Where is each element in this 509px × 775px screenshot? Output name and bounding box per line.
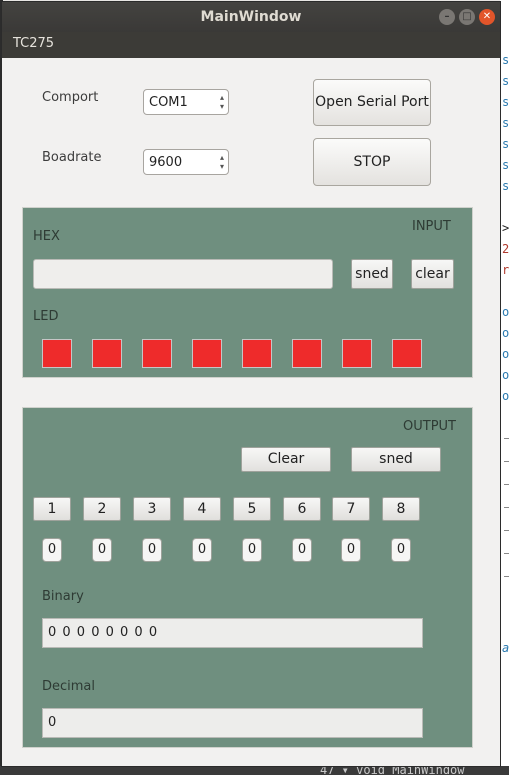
close-icon: ✕ bbox=[482, 11, 492, 22]
comport-label: Comport bbox=[42, 90, 99, 105]
hex-label: HEX bbox=[33, 229, 60, 244]
maximize-button[interactable]: □ bbox=[459, 9, 475, 25]
background-code-char: o bbox=[502, 347, 509, 361]
spin-arrows-icon[interactable]: ▴ ▾ bbox=[220, 153, 224, 171]
led-2 bbox=[92, 339, 122, 368]
output-send-button[interactable]: sned bbox=[351, 447, 441, 472]
close-button[interactable]: ✕ bbox=[479, 9, 495, 25]
minimize-icon: – bbox=[444, 11, 450, 22]
background-rule bbox=[504, 438, 509, 439]
menu-item-tc275[interactable]: TC275 bbox=[13, 36, 54, 51]
background-code-char: > bbox=[502, 221, 509, 235]
title-bar[interactable]: MainWindow – □ ✕ bbox=[2, 2, 500, 32]
bit-value-3: 0 bbox=[142, 538, 162, 562]
comport-value: COM1 bbox=[149, 95, 188, 110]
bit-button-7[interactable]: 7 bbox=[332, 497, 370, 521]
background-rule bbox=[504, 461, 509, 462]
baudrate-select[interactable]: 9600 ▴ ▾ bbox=[143, 149, 229, 175]
led-8 bbox=[392, 339, 422, 368]
background-code-char: a bbox=[502, 641, 509, 655]
output-clear-button[interactable]: Clear bbox=[241, 447, 331, 472]
background-code-char: s bbox=[502, 116, 509, 130]
led-5 bbox=[242, 339, 272, 368]
background-code-line: 47 ▾ void MainWindow bbox=[320, 766, 465, 775]
bit-button-8[interactable]: 8 bbox=[382, 497, 420, 521]
background-rule bbox=[504, 484, 509, 485]
led-3 bbox=[142, 339, 172, 368]
bit-button-2[interactable]: 2 bbox=[83, 497, 121, 521]
background-code-char: 2 bbox=[502, 242, 509, 256]
maximize-icon: □ bbox=[462, 11, 472, 22]
background-rule bbox=[504, 530, 509, 531]
input-clear-button[interactable]: clear bbox=[411, 259, 454, 289]
background-rule bbox=[504, 553, 509, 554]
led-7 bbox=[342, 339, 372, 368]
bit-button-5[interactable]: 5 bbox=[233, 497, 271, 521]
output-panel-title: OUTPUT bbox=[403, 419, 456, 434]
background-code-char: o bbox=[502, 305, 509, 319]
binary-field: 0 0 0 0 0 0 0 0 bbox=[42, 618, 423, 648]
background-code-char: s bbox=[502, 53, 509, 67]
main-window: MainWindow – □ ✕ TC275 Comport COM1 ▴ ▾ B… bbox=[2, 2, 500, 766]
baudrate-value: 9600 bbox=[149, 155, 183, 170]
binary-label: Binary bbox=[42, 589, 84, 604]
bit-value-1: 0 bbox=[42, 538, 62, 562]
decimal-field: 0 bbox=[42, 708, 423, 738]
background-code-char: s bbox=[502, 95, 509, 109]
input-panel-title: INPUT bbox=[412, 219, 451, 234]
background-code-char: s bbox=[502, 137, 509, 151]
led-label: LED bbox=[33, 309, 59, 324]
decimal-label: Decimal bbox=[42, 679, 96, 694]
baudrate-label: Boadrate bbox=[42, 150, 102, 165]
bit-value-8: 0 bbox=[391, 538, 411, 562]
comport-select[interactable]: COM1 ▴ ▾ bbox=[143, 89, 229, 115]
window-title: MainWindow bbox=[200, 9, 302, 25]
bit-button-6[interactable]: 6 bbox=[283, 497, 321, 521]
background-rule bbox=[504, 576, 509, 577]
bit-button-1[interactable]: 1 bbox=[33, 497, 71, 521]
menu-bar: TC275 bbox=[2, 32, 500, 58]
led-6 bbox=[292, 339, 322, 368]
background-code-char: s bbox=[502, 179, 509, 193]
bit-value-7: 0 bbox=[341, 538, 361, 562]
spin-arrows-icon[interactable]: ▴ ▾ bbox=[220, 93, 224, 111]
bit-value-2: 0 bbox=[92, 538, 112, 562]
led-4 bbox=[192, 339, 222, 368]
background-code-char: o bbox=[502, 326, 509, 340]
open-serial-port-button[interactable]: Open Serial Port bbox=[313, 79, 431, 126]
bit-button-4[interactable]: 4 bbox=[183, 497, 221, 521]
background-code-char: o bbox=[502, 389, 509, 403]
output-panel: OUTPUT Clear sned 1 2 3 4 5 6 7 8 0 0 0 … bbox=[22, 407, 473, 748]
input-send-button[interactable]: sned bbox=[351, 259, 393, 289]
background-code-char: o bbox=[502, 368, 509, 382]
background-code-char: s bbox=[502, 158, 509, 172]
hex-input[interactable] bbox=[33, 259, 333, 289]
stop-button[interactable]: STOP bbox=[313, 138, 431, 186]
input-panel: INPUT HEX sned clear LED bbox=[22, 207, 473, 378]
bit-value-5: 0 bbox=[242, 538, 262, 562]
bit-button-3[interactable]: 3 bbox=[133, 497, 171, 521]
bit-value-6: 0 bbox=[292, 538, 312, 562]
background-code-char: s bbox=[502, 74, 509, 88]
background-rule bbox=[504, 507, 509, 508]
led-1 bbox=[42, 339, 72, 368]
bit-value-4: 0 bbox=[192, 538, 212, 562]
background-code-char: r bbox=[502, 263, 509, 277]
minimize-button[interactable]: – bbox=[439, 9, 455, 25]
